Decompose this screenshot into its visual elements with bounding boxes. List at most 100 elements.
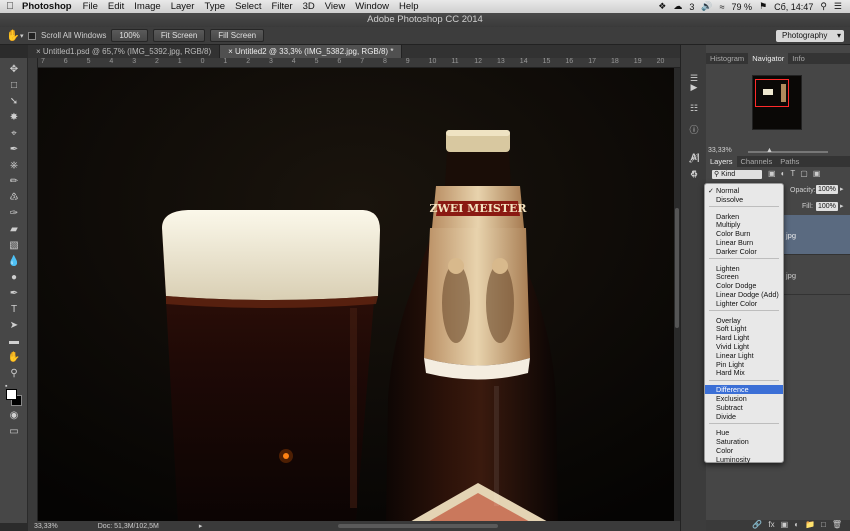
scroll-all-checkbox[interactable] <box>28 31 36 40</box>
fx-icon[interactable]: fx <box>768 520 774 531</box>
horizontal-scrollbar[interactable] <box>338 524 498 528</box>
link-layers-icon[interactable]: 🔗 <box>752 520 762 531</box>
eraser-tool-icon[interactable]: ▰ <box>7 224 21 236</box>
blend-mode-option[interactable]: Luminosity <box>705 455 783 464</box>
pen-tool-icon[interactable]: ✒ <box>7 288 21 300</box>
path-select-tool-icon[interactable]: ➤ <box>7 320 21 332</box>
blend-mode-option[interactable]: Vivid Light <box>705 342 783 351</box>
foreground-color-swatch[interactable] <box>6 389 17 400</box>
stamp-tool-icon[interactable]: ♳ <box>7 192 21 204</box>
blend-mode-option[interactable]: Linear Burn <box>705 238 783 247</box>
close-icon[interactable]: × <box>228 47 235 56</box>
fill-screen-button[interactable]: Fill Screen <box>210 29 265 42</box>
close-icon[interactable]: × <box>36 47 43 56</box>
pixel-filter-icon[interactable]: ▣ <box>768 169 781 178</box>
new-layer-icon[interactable]: □ <box>821 520 826 531</box>
spotlight-icon[interactable]: ⚲ <box>820 1 827 12</box>
screen-mode-icon[interactable]: ▭ <box>7 426 21 438</box>
blend-mode-option[interactable]: Hard Light <box>705 333 783 342</box>
status-chevron-icon[interactable]: ▸ <box>199 522 203 530</box>
tab-paths[interactable]: Paths <box>776 156 803 167</box>
menu-3d[interactable]: 3D <box>298 1 320 12</box>
blend-mode-option[interactable]: Color Dodge <box>705 281 783 290</box>
tab-histogram[interactable]: Histogram <box>706 53 748 64</box>
fill-input[interactable]: 100% <box>816 202 838 211</box>
tab-untitled2[interactable]: × Untitled2 @ 33,3% (IMG_5382.jpg, RGB/8… <box>220 45 403 58</box>
blend-mode-option[interactable]: Linear Dodge (Add) <box>705 290 783 299</box>
blend-mode-option[interactable]: Darker Color <box>705 247 783 256</box>
blend-mode-option[interactable]: Hard Mix <box>705 368 783 377</box>
document-canvas[interactable]: ZWEI MEISTER 1881 <box>38 68 674 523</box>
lasso-tool-icon[interactable]: ➘ <box>7 96 21 108</box>
apple-icon[interactable]:  <box>0 1 20 12</box>
blend-mode-option[interactable]: Overlay <box>705 316 783 325</box>
blend-mode-option[interactable]: Subtract <box>705 403 783 412</box>
kind-filter-select[interactable]: ⚲ Kind <box>712 170 762 179</box>
list-icon[interactable]: ☰ <box>834 1 842 12</box>
blend-mode-option[interactable]: Difference <box>705 385 783 395</box>
group-icon[interactable]: 📁 <box>805 520 815 531</box>
healing-tool-icon[interactable]: ⎈ <box>7 160 21 172</box>
blend-mode-option[interactable]: Exclusion <box>705 394 783 403</box>
volume-icon[interactable]: 🔊 <box>701 1 712 12</box>
play-actions-icon[interactable]: ▶ <box>688 82 700 93</box>
blend-mode-option[interactable]: Screen <box>705 272 783 281</box>
nav-zoom-slider[interactable] <box>748 151 828 153</box>
mask-icon[interactable]: ▣ <box>781 520 789 531</box>
hand-tool-icon[interactable]: ✋ <box>7 352 21 364</box>
shape-tool-icon[interactable]: ▬ <box>7 336 21 348</box>
tab-untitled1[interactable]: × Untitled1.psd @ 65,7% (IMG_5392.jpg, R… <box>28 45 221 58</box>
opacity-chevron-icon[interactable]: ▸ <box>840 185 844 193</box>
cloud-icon[interactable]: ☁ <box>673 1 682 12</box>
properties-icon[interactable]: ☷ <box>688 103 700 114</box>
menu-filter[interactable]: Filter <box>266 1 297 12</box>
zoom-100-button[interactable]: 100% <box>111 29 148 42</box>
blend-mode-option[interactable]: Soft Light <box>705 324 783 333</box>
battery-text[interactable]: 79 % <box>732 2 753 12</box>
blend-mode-option[interactable]: Dissolve <box>705 195 783 204</box>
blend-mode-option[interactable]: Lighter Color <box>705 299 783 308</box>
crop-tool-icon[interactable]: ⌖ <box>7 128 21 140</box>
info-panel-icon[interactable]: ⓘ <box>688 123 700 135</box>
tab-channels[interactable]: Channels <box>737 156 777 167</box>
move-tool-icon[interactable]: ✥ <box>7 64 21 76</box>
blend-mode-option[interactable]: ✓ Normal <box>705 186 783 195</box>
flag-icon[interactable]: ⚑ <box>759 1 767 12</box>
menu-app-name[interactable]: Photoshop <box>20 1 78 12</box>
blend-mode-option[interactable]: Darken <box>705 212 783 221</box>
notification-badge[interactable]: 3 <box>689 2 694 12</box>
tab-layers[interactable]: Layers <box>706 156 737 167</box>
blend-mode-option[interactable]: Color <box>705 446 783 455</box>
eyedropper-tool-icon[interactable]: ✒ <box>7 144 21 156</box>
blend-mode-option[interactable]: Multiply <box>705 220 783 229</box>
menu-help[interactable]: Help <box>394 1 424 12</box>
zoom-tool-icon[interactable]: ⚲ <box>7 368 21 380</box>
type-tool-icon[interactable]: T <box>7 304 21 316</box>
workspace-select[interactable]: Photography ▾ <box>776 30 844 42</box>
tool-preset-chevron-icon[interactable]: ▾ <box>20 32 24 40</box>
brush-tool-icon[interactable]: ✏ <box>7 176 21 188</box>
menu-type[interactable]: Type <box>199 1 230 12</box>
layer-name[interactable]: jpg <box>786 231 796 240</box>
opacity-input[interactable]: 100% <box>816 185 838 194</box>
blend-mode-option[interactable]: Lighten <box>705 264 783 273</box>
nav-zoom-handle[interactable]: ▲ <box>766 147 773 154</box>
blend-mode-option[interactable]: Pin Light <box>705 360 783 369</box>
menu-select[interactable]: Select <box>230 1 266 12</box>
character-panel-icon[interactable]: A| <box>689 152 701 163</box>
history-brush-tool-icon[interactable]: ✑ <box>7 208 21 220</box>
quick-select-tool-icon[interactable]: ✸ <box>7 112 21 124</box>
wifi-icon[interactable]: ≈ <box>720 2 725 12</box>
dropbox-icon[interactable]: ❖ <box>658 1 666 12</box>
marquee-tool-icon[interactable]: □ <box>7 80 21 92</box>
blend-mode-dropdown[interactable]: ✓ Normal Dissolve Darken Multiply Color Burn L… <box>704 183 784 464</box>
clock[interactable]: Сб, 14:47 <box>774 2 813 12</box>
menu-layer[interactable]: Layer <box>166 1 200 12</box>
paragraph-panel-icon[interactable]: ¶ <box>688 169 700 180</box>
navigator-preview[interactable] <box>752 75 802 130</box>
layer-name[interactable]: jpg <box>786 271 796 280</box>
menu-window[interactable]: Window <box>350 1 394 12</box>
type-filter-icon[interactable]: T <box>790 169 800 178</box>
blend-mode-option[interactable]: Saturation <box>705 437 783 446</box>
blend-mode-option[interactable]: Color Burn <box>705 229 783 238</box>
